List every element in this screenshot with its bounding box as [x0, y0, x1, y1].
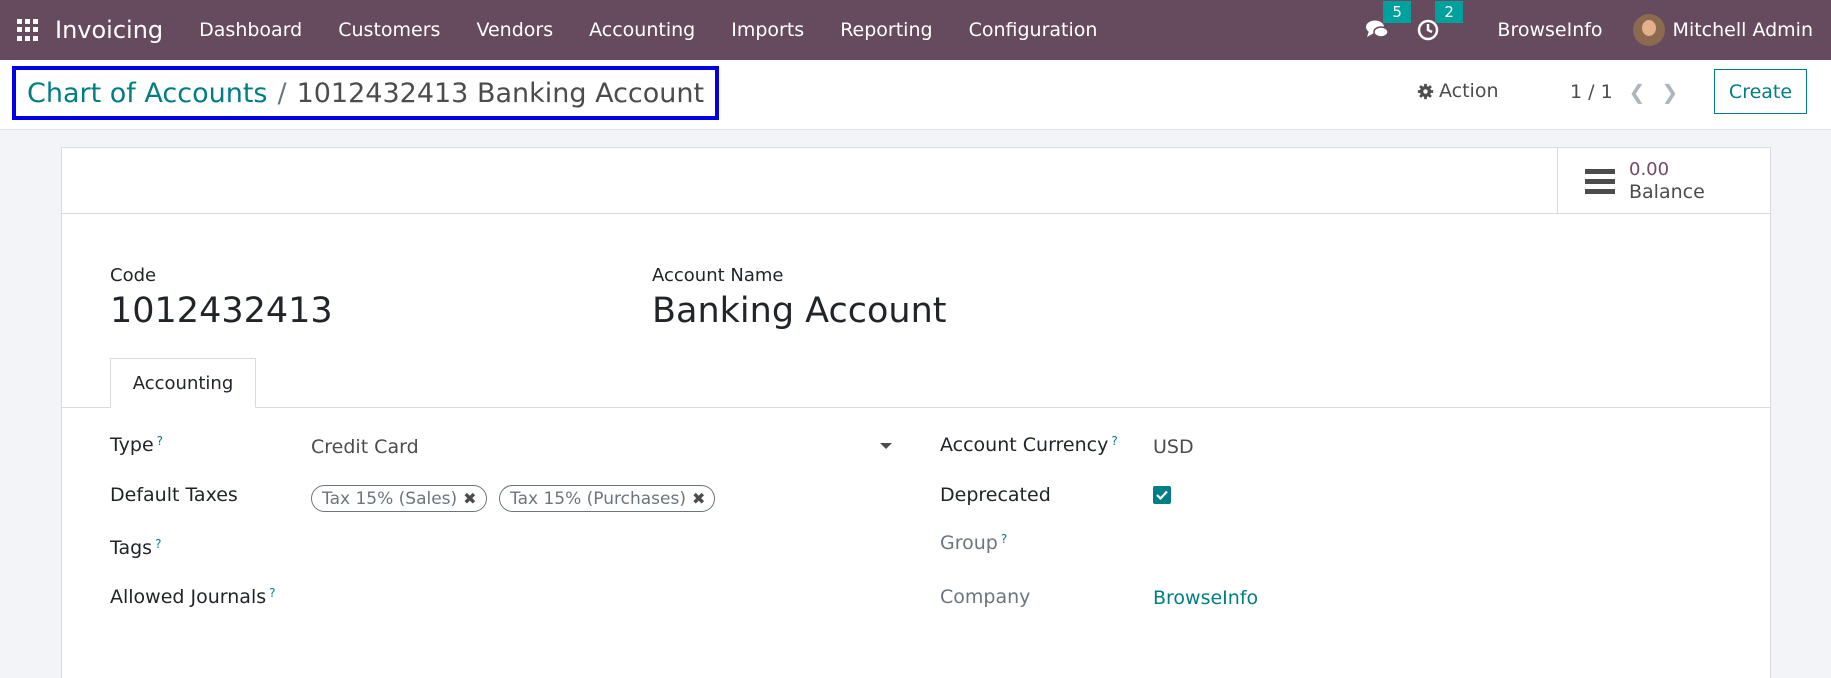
deprecated-label: Deprecated — [940, 484, 1051, 506]
currency-help-icon[interactable]: ? — [1111, 434, 1117, 448]
group-label-text: Group — [940, 532, 998, 554]
breadcrumb-current: 1012432413 Banking Account — [296, 77, 705, 109]
account-currency-label: Account Currency? — [940, 434, 1118, 456]
tab-divider — [62, 407, 1770, 408]
messages-button[interactable]: 5 — [1365, 1, 1411, 41]
tax-tag-label: Tax 15% (Purchases) — [510, 488, 686, 509]
type-select[interactable]: Credit Card — [311, 436, 419, 458]
remove-tag-icon[interactable]: ✖ — [463, 489, 476, 508]
menu-customers[interactable]: Customers — [320, 19, 458, 41]
company-label: Company — [940, 586, 1031, 608]
action-label: Action — [1439, 80, 1499, 102]
deprecated-checkbox[interactable] — [1153, 486, 1171, 504]
breadcrumb: Chart of Accounts / 1012432413 Banking A… — [12, 66, 720, 120]
tax-tag-sales: Tax 15% (Sales) ✖ — [311, 485, 487, 512]
menu-vendors[interactable]: Vendors — [458, 19, 571, 41]
allowed-journals-field[interactable] — [311, 584, 871, 612]
breadcrumb-separator: / — [277, 77, 287, 109]
code-field[interactable]: 1012432413 — [110, 291, 333, 331]
action-button[interactable]: Action — [1417, 80, 1499, 102]
button-box: 0.00 Balance — [62, 148, 1770, 214]
user-menu[interactable]: Mitchell Admin — [1673, 19, 1813, 41]
pager: 1 / 1 ❮ ❯ — [1570, 80, 1678, 104]
type-dropdown-caret-icon[interactable] — [880, 443, 892, 449]
balance-value: 0.00 — [1629, 159, 1670, 180]
activities-count-badge: 2 — [1435, 1, 1463, 23]
tab-accounting[interactable]: Accounting — [110, 358, 256, 408]
company-link[interactable]: BrowseInfo — [1153, 587, 1258, 609]
account-currency-field[interactable]: USD — [1153, 436, 1194, 458]
check-icon — [1156, 490, 1168, 500]
tags-label-text: Tags — [110, 537, 153, 559]
group-help-icon[interactable]: ? — [1001, 532, 1007, 546]
breadcrumb-chart-of-accounts[interactable]: Chart of Accounts — [27, 78, 267, 109]
menu-dashboard[interactable]: Dashboard — [181, 19, 320, 41]
control-panel: Chart of Accounts / 1012432413 Banking A… — [0, 60, 1831, 130]
account-currency-label-text: Account Currency — [940, 434, 1109, 456]
create-button[interactable]: Create — [1714, 69, 1807, 114]
allowed-journals-help-icon[interactable]: ? — [269, 586, 275, 600]
allowed-journals-label-text: Allowed Journals — [110, 586, 267, 608]
default-taxes-label: Default Taxes — [110, 484, 238, 506]
activities-button[interactable]: 2 — [1417, 1, 1463, 41]
tags-help-icon[interactable]: ? — [155, 537, 161, 551]
balance-text: 0.00 Balance — [1629, 158, 1705, 204]
type-label: Type? — [110, 434, 163, 456]
tags-field[interactable] — [311, 535, 871, 563]
pager-next-icon[interactable]: ❯ — [1661, 80, 1678, 104]
remove-tag-icon[interactable]: ✖ — [692, 489, 705, 508]
type-label-text: Type — [110, 434, 154, 456]
account-name-label: Account Name — [652, 265, 784, 286]
balance-button[interactable]: 0.00 Balance — [1557, 148, 1770, 214]
tax-tag-label: Tax 15% (Sales) — [322, 488, 458, 509]
group-label: Group? — [940, 532, 1007, 554]
gear-icon — [1417, 83, 1434, 99]
top-navbar: Invoicing Dashboard Customers Vendors Ac… — [0, 0, 1831, 60]
allowed-journals-label: Allowed Journals? — [110, 586, 276, 608]
company-switcher[interactable]: BrowseInfo — [1497, 19, 1602, 41]
menu-reporting[interactable]: Reporting — [822, 19, 950, 41]
menu-imports[interactable]: Imports — [713, 19, 822, 41]
pager-previous-icon[interactable]: ❮ — [1629, 80, 1646, 104]
balance-label: Balance — [1629, 181, 1705, 203]
bars-icon — [1585, 168, 1615, 194]
code-label: Code — [110, 265, 157, 286]
apps-grid-icon[interactable] — [17, 19, 39, 41]
tags-label: Tags? — [110, 537, 161, 559]
menu-accounting[interactable]: Accounting — [571, 19, 713, 41]
tax-tag-purchases: Tax 15% (Purchases) ✖ — [499, 485, 716, 512]
pager-value[interactable]: 1 / 1 — [1570, 81, 1613, 103]
form-sheet: 0.00 Balance Code 1012432413 Account Nam… — [61, 147, 1771, 678]
type-help-icon[interactable]: ? — [157, 434, 163, 448]
systray: 5 2 BrowseInfo Mitchell Admin — [1365, 0, 1831, 60]
messages-count-badge: 5 — [1383, 1, 1411, 23]
user-avatar[interactable] — [1632, 14, 1665, 46]
account-name-field[interactable]: Banking Account — [652, 291, 946, 331]
menu-configuration[interactable]: Configuration — [951, 19, 1116, 41]
app-brand[interactable]: Invoicing — [55, 16, 163, 44]
